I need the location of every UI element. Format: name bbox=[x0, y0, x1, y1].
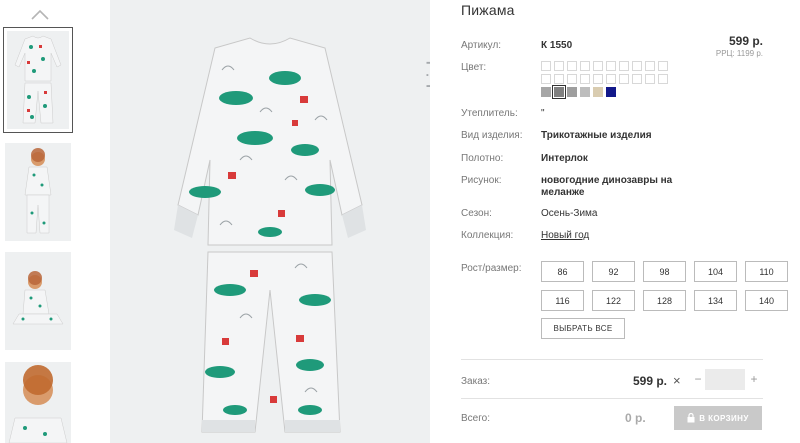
pattern-value: новогодние динозавры на меланже bbox=[541, 175, 673, 198]
color-swatch[interactable] bbox=[619, 61, 629, 71]
color-swatch[interactable] bbox=[593, 74, 603, 84]
color-swatch[interactable] bbox=[567, 87, 577, 97]
color-swatch[interactable] bbox=[554, 61, 564, 71]
color-swatch[interactable] bbox=[567, 61, 577, 71]
divider bbox=[461, 359, 763, 360]
insulation-label: Утеплитель: bbox=[461, 108, 518, 119]
size-option[interactable]: 98 bbox=[643, 261, 686, 282]
quantity-input[interactable] bbox=[705, 369, 745, 390]
collection-link[interactable]: Новый год bbox=[541, 230, 589, 241]
color-swatch[interactable] bbox=[606, 61, 616, 71]
insulation-value: " bbox=[541, 108, 545, 119]
increase-quantity-button[interactable]: + bbox=[748, 372, 760, 388]
product-type-label: Вид изделия: bbox=[461, 130, 523, 141]
color-swatch[interactable] bbox=[658, 61, 668, 71]
color-swatch[interactable] bbox=[606, 74, 616, 84]
thumbnail-front[interactable] bbox=[3, 27, 73, 133]
product-details: Пижама Артикул: К 1550 599 р. РРЦ: 1199 … bbox=[461, 0, 788, 443]
size-option[interactable]: 134 bbox=[694, 290, 737, 311]
size-option[interactable]: 116 bbox=[541, 290, 584, 311]
season-label: Сезон: bbox=[461, 208, 492, 219]
product-price: 599 р. bbox=[728, 34, 763, 48]
fabric-label: Полотно: bbox=[461, 153, 504, 164]
color-swatch[interactable] bbox=[567, 74, 577, 84]
collection-label: Коллекция: bbox=[461, 230, 514, 241]
size-option[interactable]: 128 bbox=[643, 290, 686, 311]
pajama-thumbnail-image bbox=[14, 35, 62, 124]
size-option[interactable]: 140 bbox=[745, 290, 788, 311]
fabric-value: Интерлок bbox=[541, 153, 588, 164]
color-swatch[interactable] bbox=[580, 74, 590, 84]
add-to-cart-button[interactable]: В КОРЗИНУ bbox=[674, 406, 762, 430]
color-swatch[interactable] bbox=[541, 87, 551, 97]
color-swatch[interactable] bbox=[645, 61, 655, 71]
total-label: Всего: bbox=[461, 413, 490, 424]
add-to-cart-label: В КОРЗИНУ bbox=[699, 413, 749, 423]
color-swatch[interactable] bbox=[658, 74, 668, 84]
color-swatch[interactable] bbox=[606, 87, 616, 97]
product-title: Пижама bbox=[461, 2, 515, 18]
sku-value: К 1550 bbox=[541, 40, 573, 51]
color-swatch[interactable] bbox=[619, 74, 629, 84]
color-swatches bbox=[541, 61, 668, 100]
color-swatch[interactable] bbox=[645, 74, 655, 84]
pattern-label: Рисунок: bbox=[461, 175, 502, 186]
color-swatch[interactable] bbox=[580, 87, 590, 97]
size-option[interactable]: 104 bbox=[694, 261, 737, 282]
size-option[interactable]: 92 bbox=[592, 261, 635, 282]
color-swatch[interactable] bbox=[632, 61, 642, 71]
order-price: 599 р. bbox=[633, 374, 668, 388]
thumbnail-strip bbox=[0, 0, 80, 443]
product-main-image: crockid bbox=[110, 0, 430, 443]
color-swatch[interactable] bbox=[541, 74, 551, 84]
product-type-value: Трикотажные изделия bbox=[541, 130, 652, 141]
select-all-sizes-button[interactable]: ВЫБРАТЬ ВСЕ bbox=[541, 318, 625, 339]
thumbnail-model-sitting[interactable] bbox=[5, 252, 71, 350]
color-swatch[interactable] bbox=[593, 87, 603, 97]
thumbnail-model-standing[interactable] bbox=[5, 143, 71, 241]
color-swatch[interactable] bbox=[552, 85, 566, 99]
decrease-quantity-button[interactable]: − bbox=[692, 372, 704, 388]
chevron-up-icon[interactable] bbox=[28, 8, 52, 22]
color-swatch[interactable] bbox=[541, 61, 551, 71]
size-selector: 86 92 98 104 110 116 122 128 134 140 bbox=[541, 261, 788, 311]
color-swatch[interactable] bbox=[580, 61, 590, 71]
brand-logo: crockid bbox=[424, 59, 430, 130]
recommended-price: РРЦ: 1199 р. bbox=[715, 49, 763, 58]
lock-icon bbox=[687, 413, 695, 423]
times-icon: × bbox=[673, 373, 681, 388]
swatch-row bbox=[541, 85, 668, 99]
divider bbox=[461, 398, 763, 399]
size-option[interactable]: 86 bbox=[541, 261, 584, 282]
color-swatch[interactable] bbox=[554, 74, 564, 84]
size-option[interactable]: 110 bbox=[745, 261, 788, 282]
sku-label: Артикул: bbox=[461, 40, 502, 51]
order-label: Заказ: bbox=[461, 376, 491, 387]
season-value: Осень-Зима bbox=[541, 208, 598, 219]
thumbnail-model-closeup[interactable] bbox=[5, 362, 71, 443]
pajama-image bbox=[174, 37, 366, 433]
color-swatch[interactable] bbox=[632, 74, 642, 84]
color-swatch[interactable] bbox=[593, 61, 603, 71]
size-label: Рост/размер: bbox=[461, 263, 522, 274]
swatch-row bbox=[541, 61, 668, 71]
size-option[interactable]: 122 bbox=[592, 290, 635, 311]
swatch-row bbox=[541, 74, 668, 84]
total-value: 0 р. bbox=[625, 411, 646, 425]
color-label: Цвет: bbox=[461, 62, 487, 73]
model-closeup-image bbox=[8, 365, 68, 443]
model-standing-image bbox=[24, 148, 52, 234]
model-sitting-image bbox=[12, 271, 64, 325]
